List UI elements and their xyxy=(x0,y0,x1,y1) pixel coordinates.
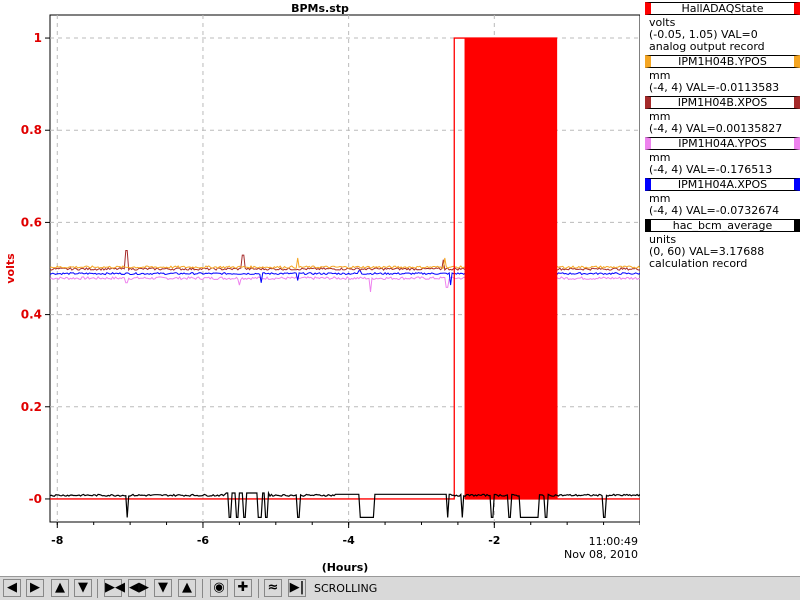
legend-meta: mm (-4, 4) VAL=-0.0113583 xyxy=(649,69,780,94)
zoom-in-y-icon[interactable]: ▼ xyxy=(154,579,172,597)
record-icon[interactable]: ◉ xyxy=(210,579,228,597)
toolbar: ◀ ▶ ▲ ▼ ▶◀ ◀▶ ▼ ▲ ◉ ✚ ≈ ▶| SCROLLING xyxy=(0,576,800,600)
skip-icon[interactable]: ▶| xyxy=(288,579,306,597)
legend-entry-IPM1H04A.XPOS[interactable]: IPM1H04A.XPOS xyxy=(645,178,800,191)
arrow-down-icon[interactable]: ▼ xyxy=(74,579,92,597)
arrow-left-icon[interactable]: ◀ xyxy=(3,579,21,597)
y-tick-label: 0.8 xyxy=(21,123,42,137)
y-tick-label: 0.4 xyxy=(21,308,42,322)
y-tick-label: 0.2 xyxy=(21,400,42,414)
autoscale-icon[interactable]: ≈ xyxy=(264,579,282,597)
legend-entry-HallADAQState[interactable]: HallADAQState xyxy=(645,2,800,15)
crosshair-icon[interactable]: ✚ xyxy=(234,579,252,597)
legend-entry-IPM1H04B.XPOS[interactable]: IPM1H04B.XPOS xyxy=(645,96,800,109)
series-band-HallADAQState xyxy=(465,38,557,499)
arrow-up-icon[interactable]: ▲ xyxy=(51,579,69,597)
y-tick-label: 0.6 xyxy=(21,215,42,229)
scroll-mode-label: SCROLLING xyxy=(314,582,378,595)
legend: HallADAQState volts (-0.05, 1.05) VAL=0 a… xyxy=(645,0,800,270)
x-tick-label: -2 xyxy=(488,534,500,547)
date-label: Nov 08, 2010 xyxy=(564,548,638,561)
zoom-out-y-icon[interactable]: ▲ xyxy=(178,579,196,597)
x-tick-label: -4 xyxy=(343,534,356,547)
legend-meta: mm (-4, 4) VAL=-0.176513 xyxy=(649,151,773,176)
legend-entry-hac_bcm_average[interactable]: hac_bcm_average xyxy=(645,219,800,232)
time-label: 11:00:49 xyxy=(589,535,638,548)
y-tick-label: -0 xyxy=(29,492,42,506)
legend-meta: units (0, 60) VAL=3.17688 calculation re… xyxy=(649,233,765,270)
legend-entry-IPM1H04B.YPOS[interactable]: IPM1H04B.YPOS xyxy=(645,55,800,68)
zoom-out-x-icon[interactable]: ◀▶ xyxy=(128,579,149,597)
legend-meta: mm (-4, 4) VAL=-0.0732674 xyxy=(649,192,780,217)
zoom-in-x-icon[interactable]: ▶◀ xyxy=(104,579,125,597)
y-axis-label: volts xyxy=(4,253,17,284)
x-axis-label: (Hours) xyxy=(322,561,369,574)
legend-meta: mm (-4, 4) VAL=0.00135827 xyxy=(649,110,783,135)
y-tick-label: 1 xyxy=(34,31,42,45)
legend-entry-IPM1H04A.YPOS[interactable]: IPM1H04A.YPOS xyxy=(645,137,800,150)
x-tick-label: -6 xyxy=(197,534,210,547)
arrow-right-icon[interactable]: ▶ xyxy=(26,579,44,597)
plot-area[interactable]: -0 0.2 0.4 0.6 0.8 1 -8 -6 -4 -2 volts (Hours) 11:00… xyxy=(0,0,640,576)
x-tick-label: -8 xyxy=(51,534,63,547)
legend-meta: volts (-0.05, 1.05) VAL=0 analog output … xyxy=(649,16,765,53)
